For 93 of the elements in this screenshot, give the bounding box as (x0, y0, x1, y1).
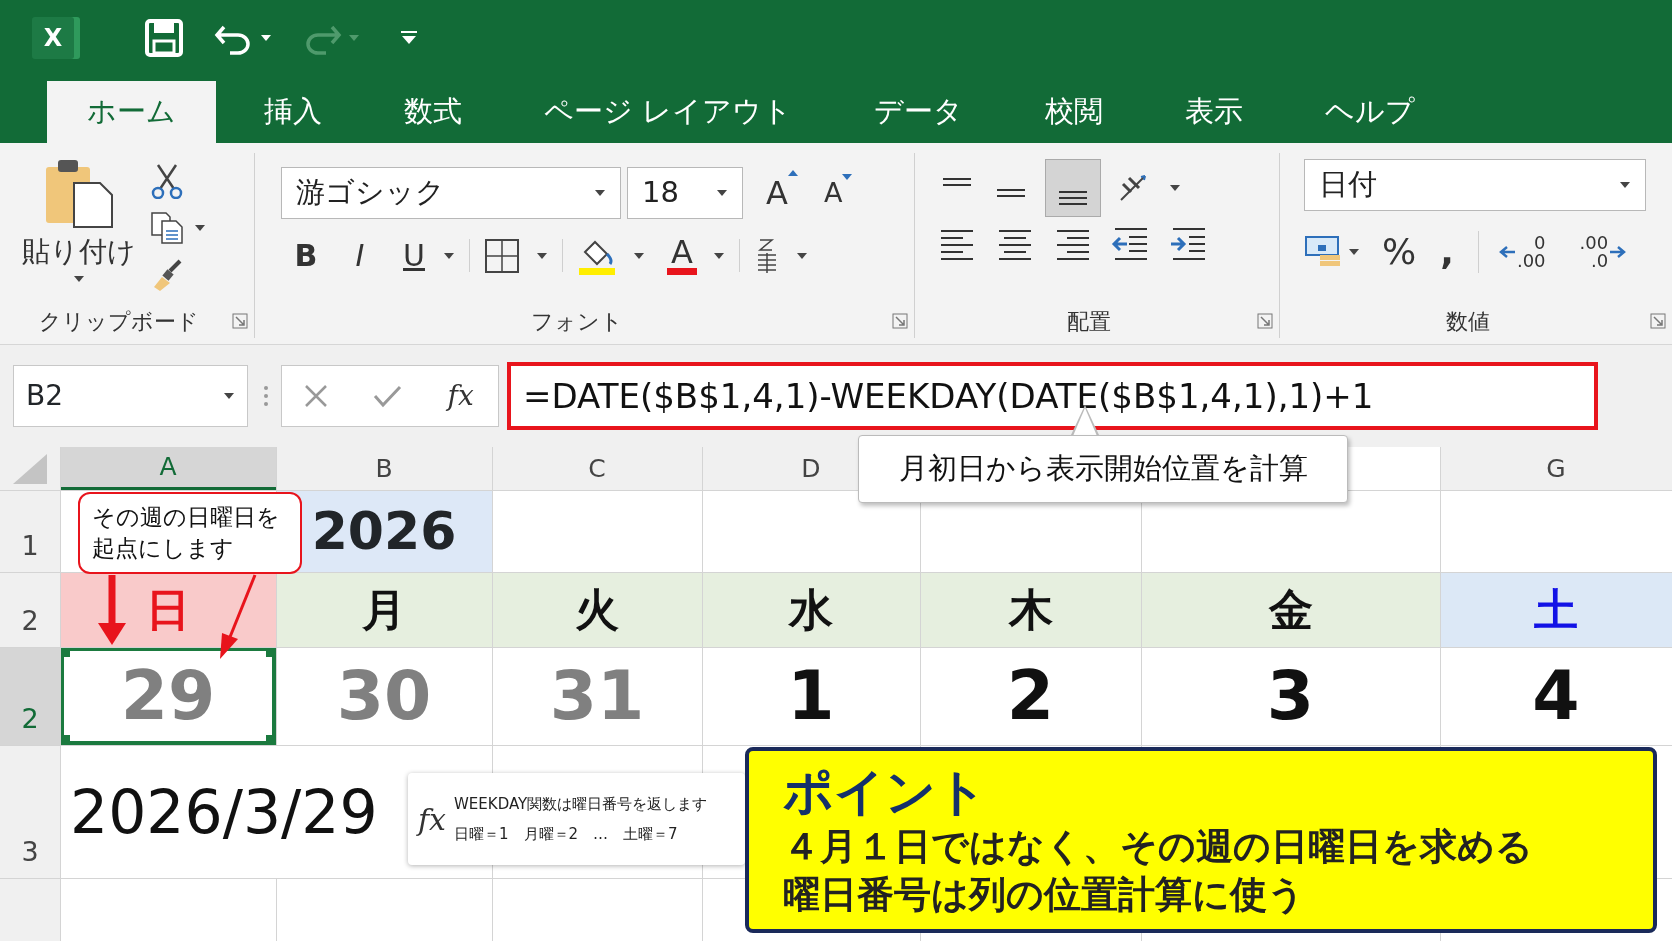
group-label: クリップボード (39, 307, 199, 336)
increase-decimal-button[interactable]: 0 .00 (1492, 234, 1552, 270)
caret-icon[interactable] (633, 251, 645, 260)
ribbon-tab[interactable]: 挿入 (230, 81, 356, 143)
weekday-header-cell: 土 (1440, 572, 1672, 647)
point-title: ポイント (783, 762, 988, 823)
group-label: 配置 (1067, 307, 1111, 336)
align-top-icon[interactable] (942, 176, 972, 187)
caret-icon[interactable] (260, 33, 272, 42)
weekday-header-cell: 火 (492, 572, 702, 647)
point-text: ４月１日ではなく、その週の日曜日を求める (783, 824, 1534, 870)
comma-button[interactable]: , (1430, 225, 1464, 279)
date-cell[interactable]: 4 (1440, 647, 1672, 745)
font-style-button[interactable]: I (335, 233, 385, 278)
fx-label: fx (418, 800, 447, 839)
grip-icon (263, 385, 269, 407)
ribbon-tab[interactable]: ヘルプ (1291, 81, 1450, 143)
percent-button[interactable]: % (1372, 225, 1427, 279)
column-header[interactable]: C (492, 447, 702, 490)
shrink-font-button[interactable]: A (820, 170, 856, 216)
point-text: 曜日番号は列の位置計算に使う (783, 872, 1306, 918)
date-cell[interactable]: 1 (702, 647, 920, 745)
date-cell[interactable]: 29 (60, 647, 276, 745)
paste-button[interactable]: 貼り付け (22, 157, 136, 304)
clipboard-icon (44, 157, 114, 229)
close-icon[interactable] (303, 383, 330, 409)
font-size-dropdown[interactable]: 18 (627, 167, 743, 219)
tooltip-text: WEEKDAY関数は曜日番号を返します (454, 794, 708, 815)
triangle-down-icon (842, 172, 853, 181)
date-cell[interactable]: 30 (276, 647, 492, 745)
caret-icon[interactable] (73, 275, 85, 283)
caret-icon[interactable] (194, 224, 206, 232)
group-label: フォント (530, 307, 623, 336)
caret-icon[interactable] (795, 251, 808, 260)
weekday-header-cell: 月 (276, 572, 492, 647)
dialog-launcher-icon[interactable] (892, 313, 908, 329)
caret-icon[interactable] (716, 189, 728, 197)
group-label: 数値 (1446, 307, 1490, 336)
ribbon-tab[interactable]: 校閲 (1011, 81, 1138, 143)
ribbon-tab[interactable]: ページ レイアウト (510, 81, 827, 143)
name-box[interactable]: B2 (13, 365, 248, 427)
weekday-header-cell: 木 (920, 572, 1141, 647)
weekday-header-cell: 日 (60, 572, 276, 647)
arrow-left-icon (1498, 245, 1515, 259)
weekday-header-cell: 水 (702, 572, 920, 647)
caret-icon[interactable] (443, 251, 455, 260)
ribbon-tab[interactable]: ホーム (47, 81, 216, 143)
decrease-decimal-button[interactable]: .00 .0 (1573, 234, 1633, 270)
grow-font-button[interactable]: A (763, 167, 801, 219)
align-bottom-icon (1058, 190, 1088, 206)
borders-icon[interactable] (484, 237, 520, 274)
arrow-right-icon (1610, 245, 1627, 259)
date-cell[interactable]: 3 (1141, 647, 1440, 745)
font-name-dropdown[interactable]: 游ゴシック (281, 167, 621, 219)
align-bottom-button[interactable] (1045, 159, 1101, 217)
date-value-text: 2026/3/29 (70, 775, 378, 849)
caret-icon[interactable] (1348, 248, 1360, 256)
ribbon-tab[interactable]: 表示 (1151, 81, 1278, 143)
dialog-launcher-icon[interactable] (1257, 313, 1273, 329)
dialog-launcher-icon[interactable] (1650, 313, 1666, 329)
caret-icon[interactable] (1619, 181, 1631, 189)
caret-icon[interactable] (536, 251, 548, 260)
number-format-dropdown[interactable]: 日付 (1304, 159, 1646, 211)
caret-icon[interactable] (594, 189, 606, 197)
customize-icon[interactable] (400, 29, 418, 46)
callout-text: 起点にします (92, 534, 235, 563)
font-style-button[interactable]: U (389, 233, 439, 278)
copy-icon[interactable] (150, 211, 184, 245)
row-header[interactable]: 1 (0, 490, 60, 572)
font-style-button[interactable]: B (281, 233, 331, 278)
date-cell[interactable]: 31 (492, 647, 702, 745)
ribbon-tab[interactable]: 数式 (370, 81, 496, 143)
font-color-button[interactable]: A (667, 236, 697, 275)
column-header[interactable]: B (276, 447, 492, 490)
scissors-icon[interactable] (150, 163, 184, 199)
insert-function-button[interactable]: fx (444, 373, 477, 419)
triangle-up-icon (787, 169, 798, 177)
save-icon[interactable] (144, 17, 184, 58)
check-icon[interactable] (371, 383, 402, 409)
caret-icon[interactable] (1169, 184, 1181, 192)
row-header[interactable]: 2 (0, 572, 60, 647)
ribbon-tab[interactable]: データ (840, 81, 998, 143)
weekday-header-cell: 金 (1141, 572, 1440, 647)
caret-icon[interactable] (223, 392, 235, 400)
row-header[interactable]: 2 (0, 647, 60, 745)
caret-icon[interactable] (712, 251, 725, 260)
align-middle-icon[interactable] (996, 187, 1026, 198)
dialog-launcher-icon[interactable] (232, 313, 248, 329)
column-header[interactable]: G (1440, 447, 1672, 490)
row-header[interactable]: 3 (0, 745, 60, 878)
tooltip-text: 日曜＝1 月曜＝2 … 土曜＝7 (454, 824, 679, 845)
column-header[interactable]: A (60, 447, 276, 490)
date-cell[interactable]: 2 (920, 647, 1141, 745)
